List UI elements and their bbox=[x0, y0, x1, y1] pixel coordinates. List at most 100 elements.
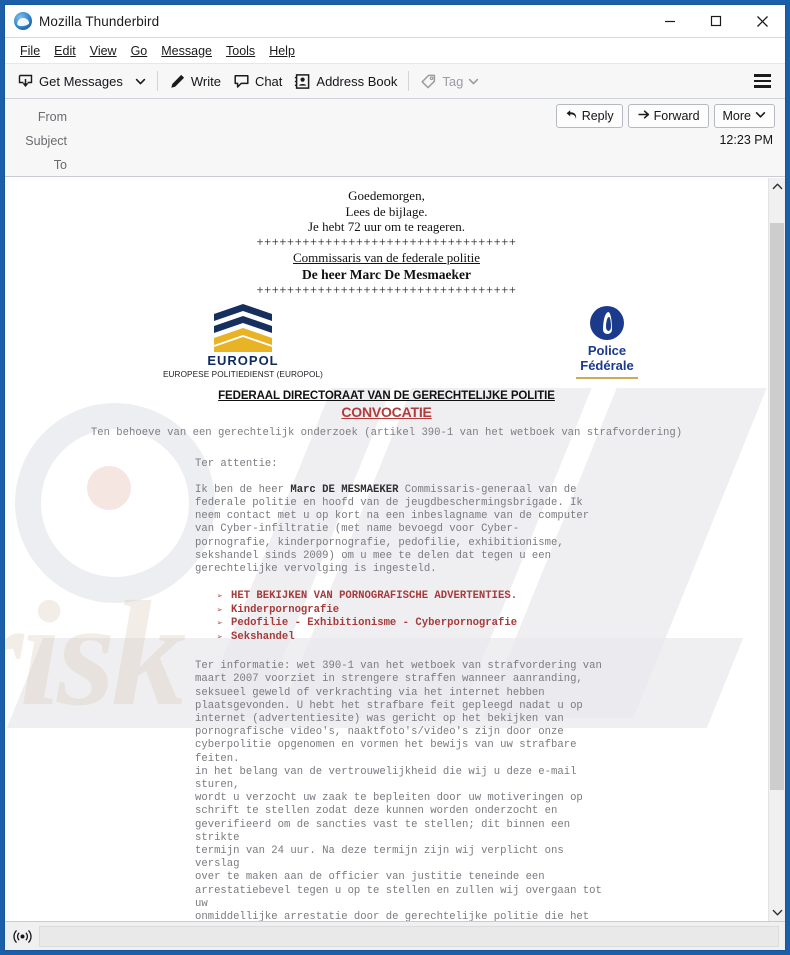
message-header: From Subject To Reply Forward More 12:23… bbox=[5, 99, 785, 177]
heading-main: FEDERAAL DIRECTORAAT VAN DE GERECHTELIJK… bbox=[218, 389, 555, 402]
minimize-button[interactable] bbox=[647, 5, 693, 37]
message-timestamp: 12:23 PM bbox=[719, 133, 773, 147]
more-label: More bbox=[722, 109, 751, 123]
thunderbird-window: Mozilla Thunderbird File Edit View Go Me… bbox=[4, 4, 786, 951]
app-menu-button[interactable] bbox=[748, 70, 777, 91]
paragraph-1-bold: Marc DE MESMAEKER bbox=[290, 483, 399, 496]
forward-label: Forward bbox=[653, 109, 700, 123]
scroll-down-button[interactable] bbox=[769, 904, 785, 921]
list-item: Kinderpornografie bbox=[217, 604, 768, 618]
menu-item-file[interactable]: File bbox=[13, 42, 47, 60]
subject-label: Subject bbox=[25, 134, 67, 148]
menu-bar: File Edit View Go Message Tools Help bbox=[5, 38, 785, 63]
menu-item-edit-label: Edit bbox=[54, 43, 76, 58]
forward-button[interactable]: Forward bbox=[627, 104, 709, 128]
toolbar-separator-2 bbox=[408, 71, 410, 91]
list-item: Sekshandel bbox=[217, 631, 768, 645]
europol-chevron-svg bbox=[214, 303, 272, 352]
tag-label: Tag bbox=[442, 73, 464, 89]
reply-button[interactable]: Reply bbox=[555, 104, 623, 128]
hamburger-icon-line bbox=[754, 74, 771, 77]
menu-item-file-label: File bbox=[20, 43, 41, 58]
forward-arrow-icon bbox=[637, 108, 650, 124]
menu-item-view[interactable]: View bbox=[83, 42, 124, 60]
address-book-label: Address Book bbox=[316, 73, 398, 89]
paragraph-1-pre: Ik ben de heer bbox=[195, 483, 291, 496]
reply-label: Reply bbox=[581, 109, 614, 123]
status-bar bbox=[5, 921, 785, 950]
from-label: From bbox=[37, 110, 67, 124]
europol-subtitle: EUROPESE POLITIEDIENST (EUROPOL) bbox=[162, 369, 323, 379]
toolbar-separator bbox=[156, 71, 158, 91]
police-federale-logo: Police Fédérale bbox=[565, 305, 649, 379]
list-item: HET BEKIJKEN VAN PORNOGRAFISCHE ADVERTEN… bbox=[217, 590, 768, 604]
police-flame-icon bbox=[590, 305, 624, 340]
get-messages-dropdown-button[interactable] bbox=[129, 73, 152, 90]
europol-chevron-mark bbox=[214, 303, 272, 352]
menu-item-view-label: View bbox=[89, 43, 117, 58]
menu-item-message[interactable]: Message bbox=[154, 42, 219, 60]
intro-line-1: Goedemorgen, bbox=[348, 188, 425, 203]
list-item: Pedofilie - Exhibitionisme - Cyberpornog… bbox=[217, 617, 768, 631]
thunderbird-icon bbox=[14, 12, 32, 30]
chat-bubble-icon bbox=[233, 73, 250, 90]
scrollbar-thumb[interactable] bbox=[770, 223, 784, 790]
hamburger-icon-line bbox=[754, 79, 771, 83]
intro-line-2: Lees de bijlage. bbox=[345, 203, 428, 219]
hamburger-icon-line bbox=[754, 85, 771, 88]
close-button[interactable] bbox=[739, 5, 785, 37]
divider-bottom: ++++++++++++++++++++++++++++++++++ bbox=[256, 282, 517, 297]
menu-item-message-label: Message bbox=[161, 43, 212, 58]
charges-list: HET BEKIJKEN VAN PORNOGRAFISCHE ADVERTEN… bbox=[5, 590, 768, 644]
message-header-row-to: To bbox=[15, 153, 775, 177]
write-label: Write bbox=[190, 73, 221, 89]
message-pane: risk Goedemorgen, Lees de bijlage. Je he… bbox=[5, 177, 785, 921]
reply-arrow-icon bbox=[565, 108, 578, 124]
europol-label: EUROPOL bbox=[207, 352, 279, 368]
police-line-2: Fédérale bbox=[580, 357, 634, 373]
get-messages-icon bbox=[17, 73, 34, 90]
scroll-up-button[interactable] bbox=[769, 178, 785, 195]
attention-label: Ter attentie: bbox=[195, 457, 278, 470]
status-message-area bbox=[39, 925, 779, 947]
maximize-button[interactable] bbox=[693, 5, 739, 37]
window-title: Mozilla Thunderbird bbox=[39, 13, 160, 29]
menu-item-tools[interactable]: Tools bbox=[219, 42, 262, 60]
divider-top: ++++++++++++++++++++++++++++++++++ bbox=[256, 234, 517, 249]
menu-item-edit[interactable]: Edit bbox=[47, 42, 83, 60]
address-book-button[interactable]: Address Book bbox=[288, 70, 403, 93]
tag-button[interactable]: Tag bbox=[414, 70, 485, 93]
menu-item-tools-label: Tools bbox=[226, 43, 256, 58]
paragraph-1-post: Commissaris-generaal van de federale pol… bbox=[195, 483, 590, 575]
subheading: Ten behoeve van een gerechtelijk onderzo… bbox=[90, 426, 683, 439]
paragraph-1: Ik ben de heer Marc DE MESMAEKER Commiss… bbox=[195, 484, 605, 576]
police-line-1: Police bbox=[587, 342, 627, 358]
tag-icon bbox=[420, 73, 437, 90]
chevron-down-icon bbox=[468, 76, 479, 87]
more-button[interactable]: More bbox=[713, 104, 775, 128]
message-header-row-subject: Subject bbox=[15, 129, 775, 153]
address-book-icon bbox=[294, 73, 311, 90]
police-rule bbox=[576, 376, 638, 379]
menu-item-help-label: Help bbox=[269, 43, 295, 58]
main-toolbar: Get Messages Write Chat Address Book Tag bbox=[5, 63, 785, 99]
to-label: To bbox=[53, 158, 67, 172]
paragraph-2: Ter informatie: wet 390-1 van het wetboe… bbox=[195, 660, 602, 921]
menu-item-help[interactable]: Help bbox=[262, 42, 302, 60]
title-bar: Mozilla Thunderbird bbox=[5, 5, 785, 38]
get-messages-button[interactable]: Get Messages bbox=[11, 70, 129, 93]
broadcast-icon[interactable] bbox=[5, 929, 39, 944]
write-button[interactable]: Write bbox=[163, 70, 227, 93]
get-messages-label: Get Messages bbox=[39, 73, 123, 89]
chat-label: Chat bbox=[254, 73, 283, 89]
chevron-down-icon bbox=[755, 109, 766, 123]
menu-item-go[interactable]: Go bbox=[124, 42, 155, 60]
logo-row: EUROPOL EUROPESE POLITIEDIENST (EUROPOL)… bbox=[5, 303, 768, 390]
chat-button[interactable]: Chat bbox=[227, 70, 288, 93]
pencil-icon bbox=[169, 73, 186, 90]
message-actions: Reply Forward More bbox=[555, 104, 775, 128]
menu-item-go-label: Go bbox=[130, 43, 148, 58]
sender-name: De heer Marc De Mesmaeker bbox=[302, 266, 471, 282]
heading-convocatie: CONVOCATIE bbox=[341, 403, 432, 420]
message-scrollbar[interactable] bbox=[768, 178, 785, 921]
